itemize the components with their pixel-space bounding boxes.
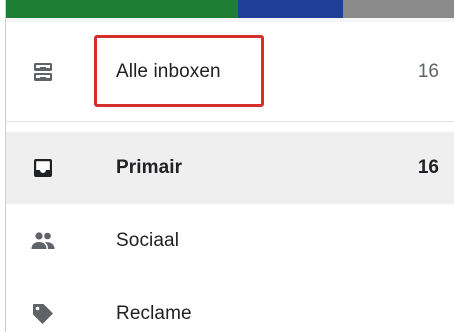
promotions-label: Reclame <box>116 303 192 324</box>
bar-segment-gray <box>343 0 454 18</box>
menu-item-social[interactable]: Sociaal <box>6 207 454 275</box>
all-inboxes-icon <box>28 57 58 87</box>
drawer-menu: Alle inboxen 16 Primair 16 Sociaal Recla… <box>5 0 454 332</box>
account-color-bar <box>6 0 454 22</box>
menu-item-promotions[interactable]: Reclame <box>6 280 454 332</box>
primary-count: 16 <box>417 157 439 178</box>
divider <box>6 121 454 122</box>
all-inboxes-count: 16 <box>417 61 439 82</box>
inbox-icon <box>28 153 58 183</box>
all-inboxes-label: Alle inboxen <box>116 61 221 82</box>
bar-segment-green <box>6 0 238 18</box>
people-icon <box>28 226 58 256</box>
bar-segment-blue <box>238 0 343 18</box>
menu-item-all-inboxes[interactable]: Alle inboxen 16 <box>6 36 454 108</box>
tag-icon <box>28 299 58 329</box>
social-label: Sociaal <box>116 230 180 251</box>
primary-label: Primair <box>116 157 183 178</box>
menu-item-primary[interactable]: Primair 16 <box>6 132 454 204</box>
